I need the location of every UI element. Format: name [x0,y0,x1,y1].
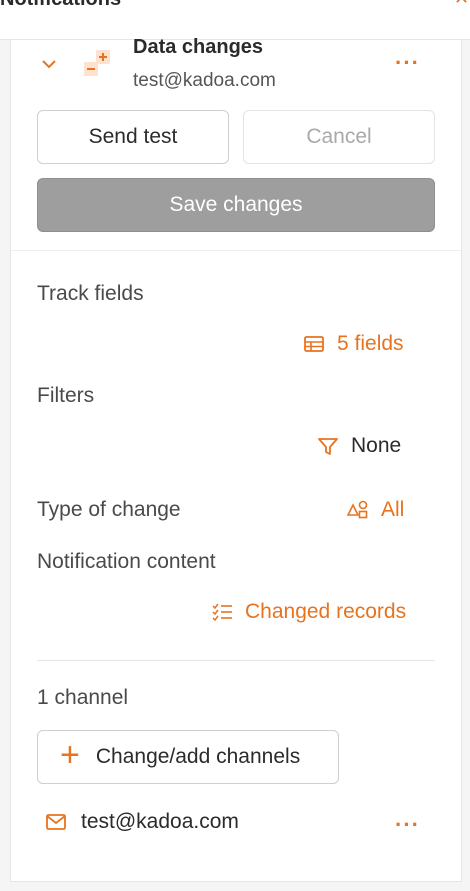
send-test-button[interactable]: Send test [37,110,229,164]
cancel-button[interactable]: Cancel [243,110,435,164]
filters-text: None [351,434,402,457]
diff-icon [81,48,113,80]
channel-email: test@kadoa.com [81,810,239,833]
type-of-change-text: All [381,498,405,521]
channel-count: 1 channel [37,686,129,709]
more-icon[interactable]: ··· [395,50,420,76]
filter-icon [317,435,339,457]
divider [11,250,461,251]
more-icon[interactable]: ··· [395,812,420,838]
panel-title: Notifications [0,0,121,11]
notification-content-value[interactable]: Changed records [211,600,406,624]
channel-item[interactable]: test@kadoa.com [45,810,239,834]
table-icon [303,333,325,355]
change-add-channels-label: Change/add channels [95,745,301,768]
filters-label: Filters [37,384,95,407]
track-fields-text: 5 fields [337,332,404,355]
save-changes-button[interactable]: Save changes [37,178,435,232]
type-of-change-value[interactable]: All [346,498,405,522]
chevron-down-icon[interactable] [39,54,59,74]
notification-panel: Data changes test@kadoa.com ··· Send tes… [10,36,462,882]
divider [37,660,435,661]
notification-content-label: Notification content [37,550,216,573]
panel-header: Notifications ✕ [0,0,470,40]
change-add-channels-button[interactable]: + Change/add channels [37,730,339,784]
card-title: Data changes [133,36,264,58]
track-fields-value[interactable]: 5 fields [303,332,404,356]
checklist-icon [211,601,233,623]
plus-icon: + [60,736,80,774]
shapes-icon [346,499,369,521]
card-subtitle: test@kadoa.com [133,70,276,91]
mail-icon [45,811,67,833]
notification-content-text: Changed records [245,600,407,623]
type-of-change-label: Type of change [37,498,181,521]
close-icon[interactable]: ✕ [454,0,470,7]
track-fields-label: Track fields [37,282,144,305]
filters-value[interactable]: None [317,434,401,458]
